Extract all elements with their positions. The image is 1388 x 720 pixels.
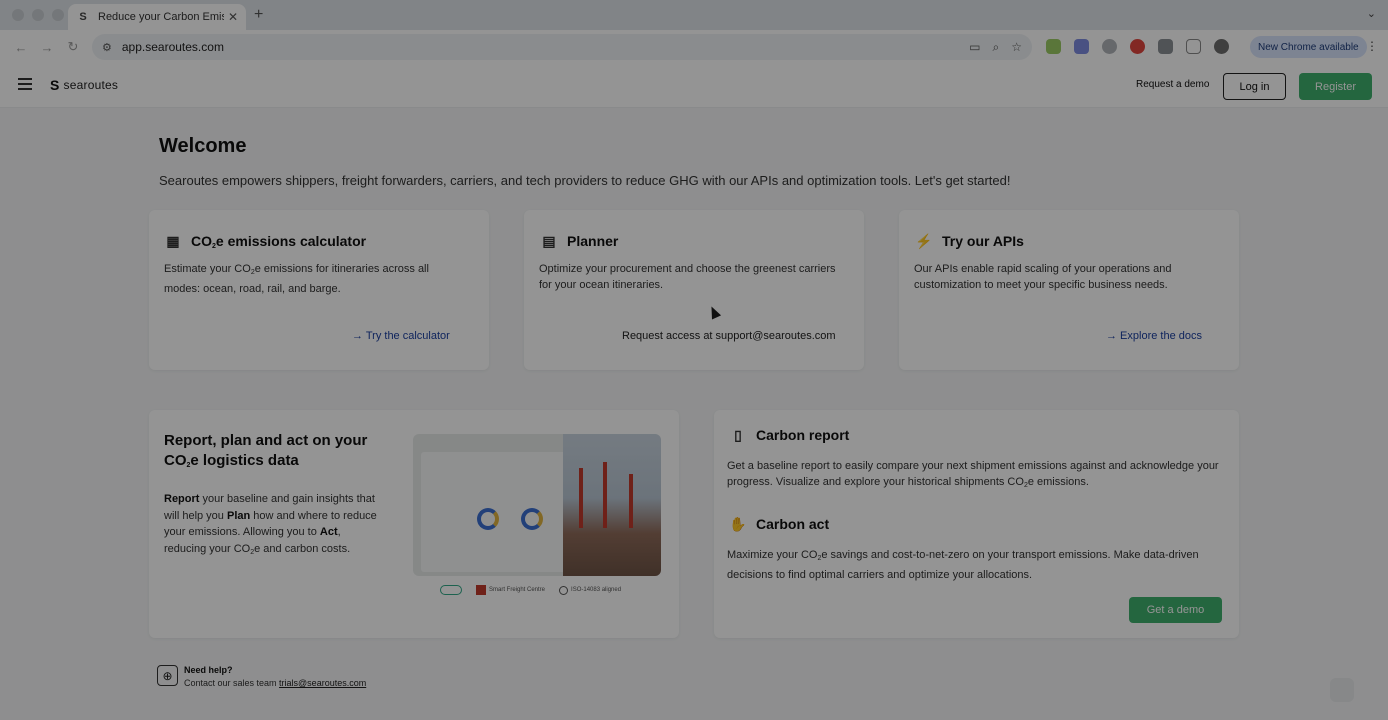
tab-title: Reduce your Carbon Emissio <box>98 11 224 23</box>
back-icon[interactable]: ← <box>10 40 32 55</box>
browser-tab[interactable]: S Reduce your Carbon Emissio ✕ <box>68 4 246 30</box>
smart-freight-badge: Smart Freight Centre <box>476 585 545 595</box>
chrome-update-button[interactable]: New Chrome available <box>1250 36 1367 58</box>
brand-name: searoutes <box>63 78 119 92</box>
app-header: S searoutes Request a demo Log in Regist… <box>0 64 1388 108</box>
explore-docs-link[interactable]: → Explore the docs <box>1106 330 1202 342</box>
url-text: app.searoutes.com <box>121 40 224 54</box>
extension-gray-icon[interactable] <box>1102 39 1117 54</box>
tab-search-chevron-icon[interactable]: ⌄ <box>1367 7 1376 20</box>
profile-avatar[interactable] <box>1214 39 1229 54</box>
login-button[interactable]: Log in <box>1223 73 1286 100</box>
chrome-menu-icon[interactable]: ⋮ <box>1366 39 1378 53</box>
extensions-puzzle-icon[interactable] <box>1186 39 1201 54</box>
address-bar[interactable]: ⚙ app.searoutes.com ▭ ⌕ ☆ <box>92 34 1032 60</box>
calculator-card-title: ▦ CO2e emissions calculator <box>164 232 366 250</box>
apis-card-title: ⚡ Try our APIs <box>915 232 1024 250</box>
hamburger-menu-icon[interactable] <box>18 78 32 93</box>
donut-chart-icon <box>477 508 499 530</box>
browser-tabbar: S Reduce your Carbon Emissio ✕ + ⌄ <box>0 0 1388 30</box>
help-title: Need help? <box>184 665 233 675</box>
planner-card-description: Optimize your procurement and choose the… <box>539 263 836 291</box>
zoom-icon[interactable]: ⌕ <box>993 40 1000 55</box>
carbon-report-title: ▯ Carbon report <box>729 426 849 444</box>
donut-chart-icon <box>521 508 543 530</box>
document-icon: ▯ <box>734 426 742 443</box>
help-text: Contact our sales team trials@searoutes.… <box>184 678 367 688</box>
register-button[interactable]: Register <box>1299 73 1372 100</box>
plug-icon: ⚡ <box>915 232 933 249</box>
lifebuoy-icon: ⊕ <box>157 665 178 686</box>
extension-green-icon[interactable] <box>1046 39 1061 54</box>
searoutes-favicon-icon: S <box>79 11 87 23</box>
iso-badge: ISO-14083 aligned <box>559 585 621 595</box>
help-box: ⊕ Need help? Contact our sales team tria… <box>157 665 366 688</box>
carbon-report-description: Get a baseline report to easily compare … <box>727 460 1219 489</box>
bookmark-star-icon[interactable]: ☆ <box>1011 40 1022 55</box>
apis-card-description: Our APIs enable rapid scaling of your op… <box>914 263 1172 291</box>
crane-shape <box>579 468 583 528</box>
certification-badges: Smart Freight Centre ISO-14083 aligned <box>440 585 621 595</box>
extension-red-icon[interactable] <box>1130 39 1145 54</box>
get-demo-button[interactable]: Get a demo <box>1129 597 1222 623</box>
crane-shape <box>629 474 633 528</box>
install-app-icon[interactable]: ▭ <box>969 40 980 55</box>
page-subtitle: Searoutes empowers shippers, freight for… <box>159 173 1011 188</box>
port-photo <box>563 434 661 576</box>
planner-card-title: ▤ Planner <box>540 232 618 250</box>
page-title: Welcome <box>159 135 247 157</box>
browser-toolbar: ← → ↻ ⚙ app.searoutes.com ▭ ⌕ ☆ New Chro… <box>0 30 1388 64</box>
new-tab-icon[interactable]: + <box>254 6 263 24</box>
reload-icon[interactable]: ↻ <box>62 39 84 55</box>
report-section-title: Report, plan and act on your CO2e logist… <box>164 432 368 469</box>
toggle-badge-icon <box>440 585 462 595</box>
extensions-area <box>1046 39 1229 54</box>
carbon-act-description: Maximize your CO2e savings and cost-to-n… <box>727 549 1199 581</box>
dashboard-preview-image <box>413 434 661 576</box>
crane-shape <box>603 462 607 528</box>
hand-coins-icon: ✋ <box>729 515 747 532</box>
extension-shield-icon[interactable] <box>1158 39 1173 54</box>
close-tab-icon[interactable]: ✕ <box>228 10 238 24</box>
forward-icon[interactable]: → <box>36 40 58 55</box>
searoutes-logo-icon: S <box>50 77 60 93</box>
calculator-icon: ▦ <box>166 232 180 249</box>
request-demo-link[interactable]: Request a demo <box>1136 79 1209 90</box>
brand-logo[interactable]: S searoutes <box>50 77 118 93</box>
chat-widget-button[interactable] <box>1330 678 1354 702</box>
extension-blue-icon[interactable] <box>1074 39 1089 54</box>
window-controls[interactable] <box>0 9 70 21</box>
planner-access-text: Request access at support@searoutes.com <box>622 330 836 342</box>
calculator-card-description: Estimate your CO2e emissions for itinera… <box>164 263 429 295</box>
calendar-icon: ▤ <box>542 232 556 249</box>
report-section-body: Report your baseline and gain insights t… <box>164 493 377 556</box>
carbon-act-title: ✋ Carbon act <box>729 515 830 533</box>
sales-email-link[interactable]: trials@searoutes.com <box>279 678 366 688</box>
try-calculator-link[interactable]: → Try the calculator <box>352 330 450 342</box>
site-settings-icon[interactable]: ⚙ <box>102 41 112 54</box>
